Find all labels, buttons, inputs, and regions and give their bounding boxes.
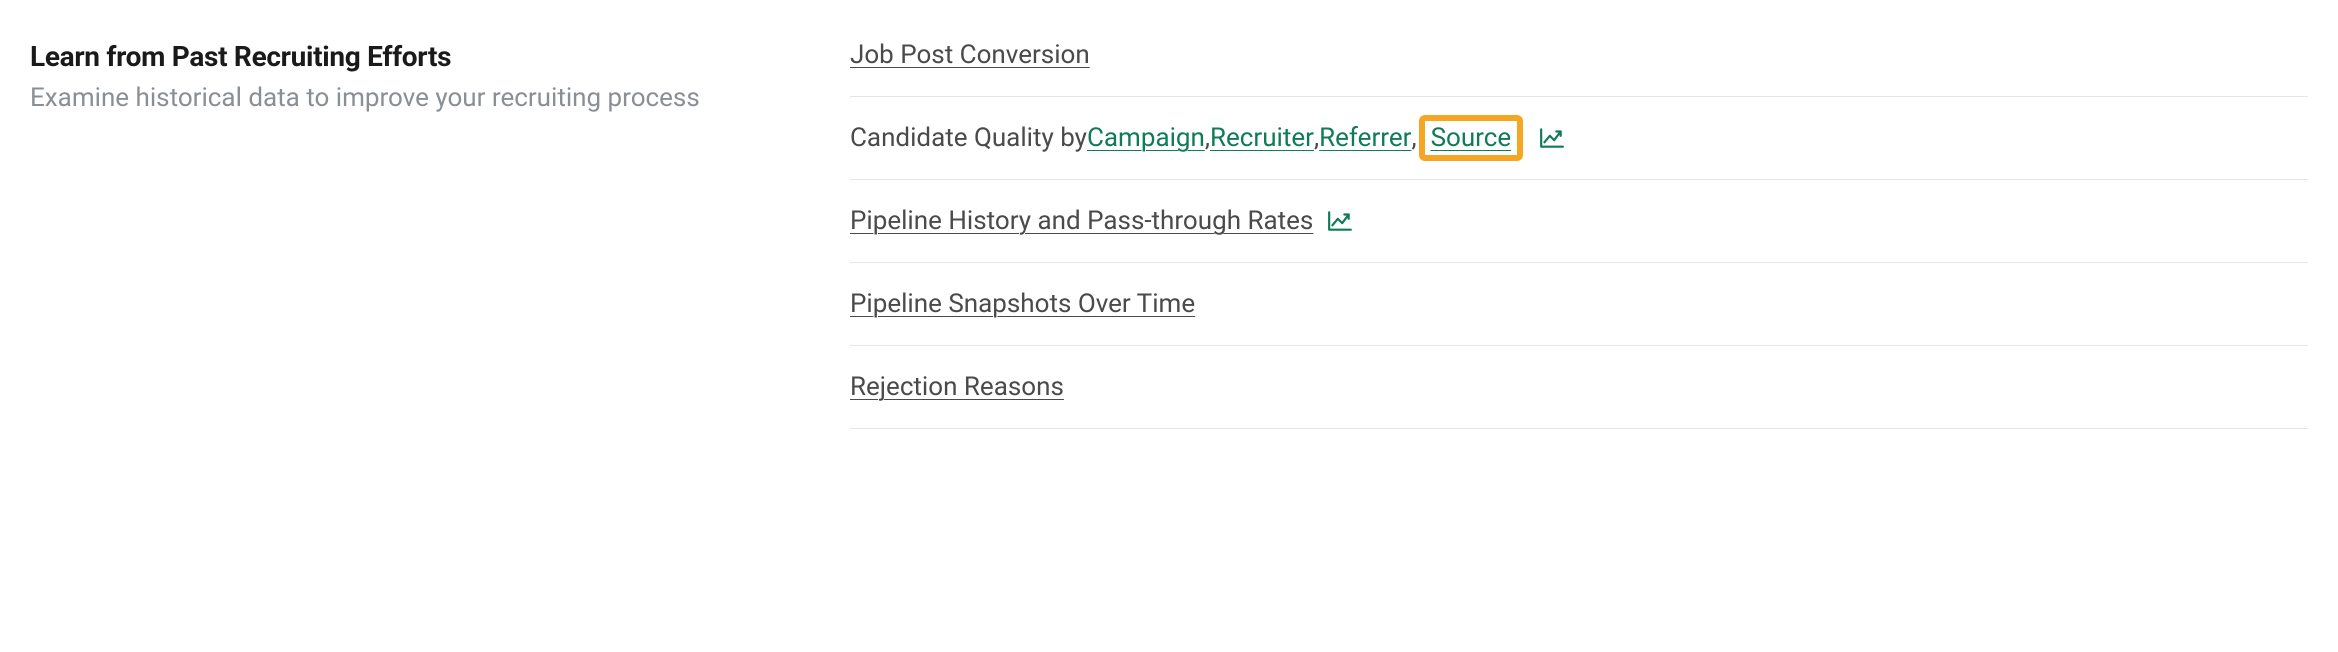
link-rejection-reasons[interactable]: Rejection Reasons: [850, 372, 1064, 402]
chart-icon: [1539, 127, 1565, 149]
candidate-quality-label: Candidate Quality by: [850, 123, 1087, 153]
section-subtitle: Examine historical data to improve your …: [30, 83, 790, 113]
chart-icon: [1327, 210, 1353, 232]
link-referrer[interactable]: Referrer: [1319, 123, 1411, 153]
report-row-pipeline-snapshots: Pipeline Snapshots Over Time: [850, 263, 2308, 346]
link-recruiter[interactable]: Recruiter: [1210, 123, 1314, 153]
link-job-post-conversion[interactable]: Job Post Conversion: [850, 40, 1090, 70]
separator: ,: [1411, 123, 1416, 153]
report-row-pipeline-history: Pipeline History and Pass-through Rates: [850, 180, 2308, 263]
report-row-job-post-conversion: Job Post Conversion: [850, 40, 2308, 97]
link-source[interactable]: Source: [1431, 123, 1512, 153]
link-pipeline-history[interactable]: Pipeline History and Pass-through Rates: [850, 206, 1313, 236]
link-campaign[interactable]: Campaign: [1087, 123, 1205, 153]
section-title: Learn from Past Recruiting Efforts: [30, 40, 790, 73]
highlight-source: Source: [1419, 115, 1524, 161]
report-row-candidate-quality: Candidate Quality by Campaign , Recruite…: [850, 97, 2308, 180]
report-row-rejection-reasons: Rejection Reasons: [850, 346, 2308, 429]
link-pipeline-snapshots[interactable]: Pipeline Snapshots Over Time: [850, 289, 1195, 319]
